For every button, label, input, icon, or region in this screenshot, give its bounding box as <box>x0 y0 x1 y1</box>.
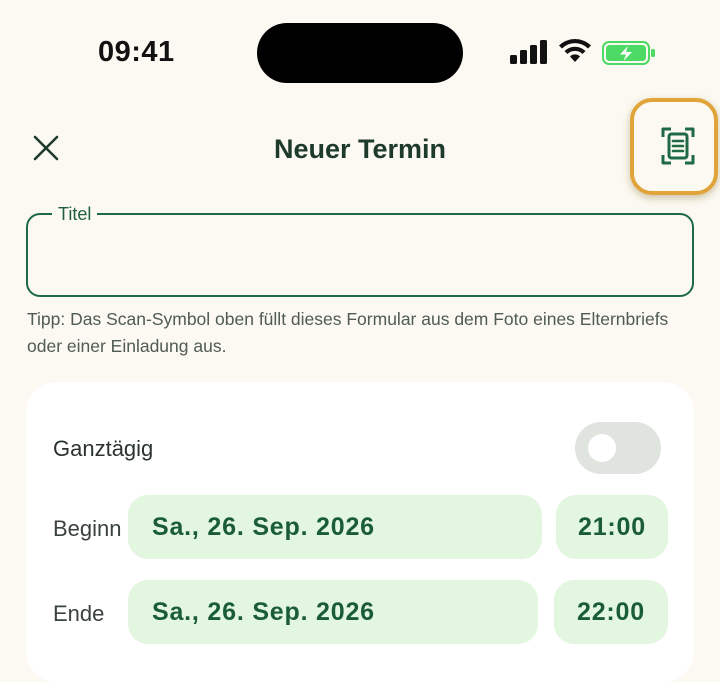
status-time: 09:41 <box>98 36 175 68</box>
battery-charging-icon <box>602 41 655 65</box>
title-input[interactable] <box>48 235 672 281</box>
title-field[interactable] <box>26 213 694 297</box>
start-date-button[interactable]: Sa., 26. Sep. 2026 <box>128 495 542 559</box>
toggle-knob <box>588 434 616 462</box>
cellular-signal-icon <box>510 40 547 64</box>
end-label: Ende <box>53 601 105 626</box>
start-time-button[interactable]: 21:00 <box>556 495 668 559</box>
end-date-button[interactable]: Sa., 26. Sep. 2026 <box>128 580 538 644</box>
start-label: Beginn <box>53 516 122 541</box>
dynamic-island <box>257 23 463 83</box>
title-field-label: Titel <box>52 204 98 225</box>
document-scan-icon <box>661 127 695 165</box>
allday-label: Ganztägig <box>53 436 154 461</box>
scan-tip-text: Tipp: Das Scan-Symbol oben füllt dieses … <box>27 309 669 356</box>
end-time-button[interactable]: 22:00 <box>554 580 668 644</box>
scan-document-button[interactable] <box>654 122 702 170</box>
page-title: Neuer Termin <box>273 134 447 164</box>
wifi-icon <box>559 39 591 62</box>
allday-toggle[interactable] <box>575 422 661 474</box>
